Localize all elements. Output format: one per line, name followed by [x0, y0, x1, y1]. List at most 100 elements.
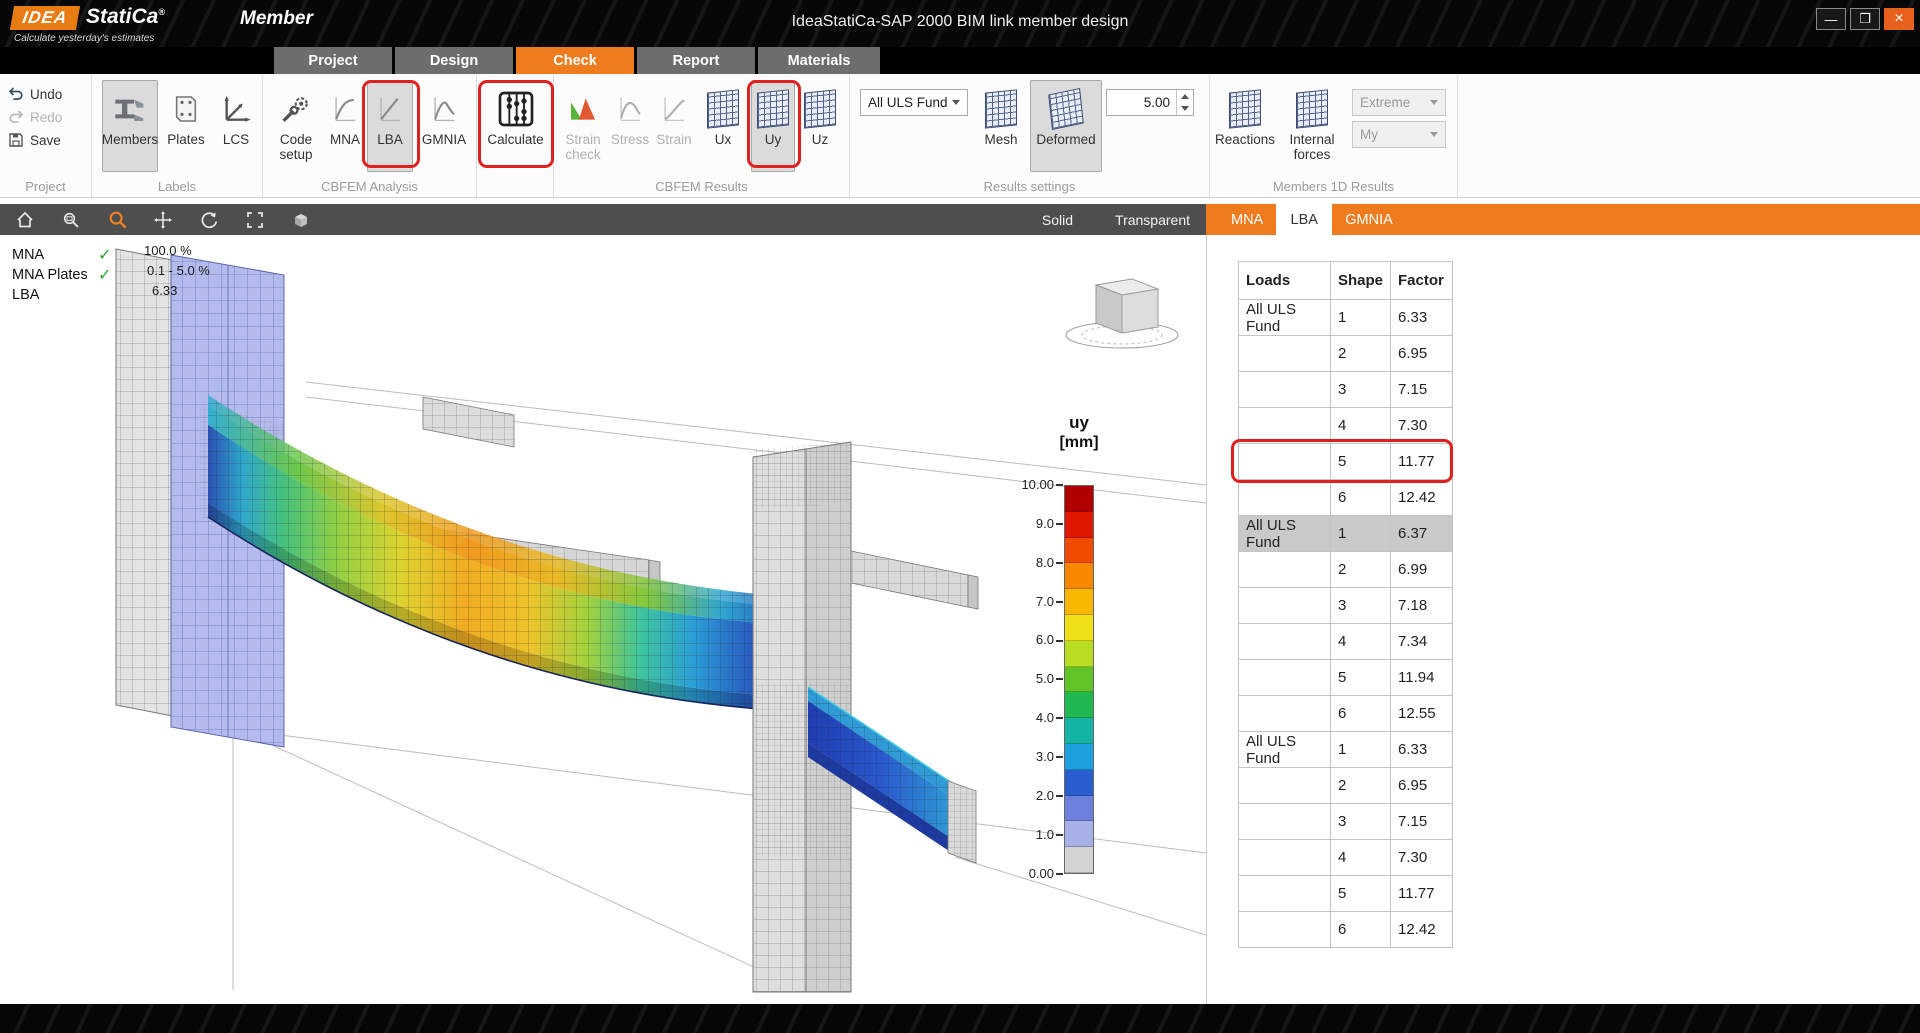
list-item[interactable]: MNA ✓ [12, 245, 111, 265]
maximize-button[interactable]: ❐ [1850, 8, 1880, 30]
tab-materials[interactable]: Materials [758, 47, 880, 74]
uy-button[interactable]: Uy [751, 80, 795, 172]
results-tab-gmnia[interactable]: GMNIA [1332, 204, 1406, 235]
table-row[interactable]: 37.15 [1239, 804, 1453, 840]
table-row[interactable]: 47.30 [1239, 840, 1453, 876]
legend-tick: 1.0 [1008, 827, 1054, 842]
spinner-down-icon[interactable] [1177, 103, 1193, 116]
code-setup-button[interactable]: Code setup [269, 80, 323, 172]
table-row[interactable]: 612.55 [1239, 696, 1453, 732]
solid-mode-button[interactable]: Solid [1042, 212, 1073, 228]
mna-button[interactable]: MNA [325, 80, 365, 172]
table-row[interactable]: All ULS Fund16.33 [1239, 300, 1453, 336]
table-row[interactable]: 612.42 [1239, 912, 1453, 948]
force-component-dropdown[interactable]: My [1352, 121, 1446, 148]
table-row-selected[interactable]: All ULS Fund16.37 [1239, 516, 1453, 552]
table-row[interactable]: 26.99 [1239, 552, 1453, 588]
stress-button[interactable]: Stress [610, 80, 650, 172]
table-row[interactable]: 511.94 [1239, 660, 1453, 696]
plates-button[interactable]: Plates [162, 80, 210, 172]
legend-tick: 0.00 [1008, 866, 1054, 881]
minimize-button[interactable]: — [1816, 8, 1846, 30]
table-row[interactable]: 511.77 [1239, 876, 1453, 912]
list-item[interactable]: LBA [12, 285, 111, 305]
ribbon-group-cbfem-analysis: Code setup MNA LBA GMNIA CBFEM Ana [263, 74, 477, 197]
spinner-buttons [1176, 90, 1193, 115]
lba-button[interactable]: LBA [367, 80, 413, 172]
analysis-status-list: MNA ✓ MNA Plates ✓ LBA [12, 245, 111, 305]
redo-button[interactable]: Redo [8, 107, 62, 127]
uz-button[interactable]: Uz [800, 80, 840, 172]
uy-mesh-icon [757, 86, 789, 132]
ux-label: Ux [715, 132, 732, 147]
table-row[interactable]: 26.95 [1239, 336, 1453, 372]
save-button[interactable]: Save [8, 130, 61, 150]
home-view-icon[interactable] [14, 209, 36, 231]
tab-project[interactable]: Project [274, 47, 392, 74]
calculate-button[interactable]: Calculate [481, 80, 550, 172]
results-tab-lba[interactable]: LBA [1276, 204, 1332, 235]
ribbon-group-project: Undo Redo Save Project [0, 74, 92, 197]
mesh-button[interactable]: Mesh [976, 80, 1026, 172]
internal-forces-button[interactable]: Internal forces [1276, 80, 1348, 172]
lcs-button[interactable]: LCS [214, 80, 258, 172]
group-label-cbfem-analysis: CBFEM Analysis [263, 179, 476, 194]
column-header-loads: Loads [1239, 262, 1331, 300]
stress-label: Stress [611, 132, 649, 147]
strain-check-button[interactable]: Strain check [559, 80, 607, 172]
deformed-button[interactable]: Deformed [1030, 80, 1102, 172]
strain-button[interactable]: Strain [653, 80, 695, 172]
deformed-scale-spinner[interactable]: 5.00 [1106, 89, 1194, 116]
logo-tagline: Calculate yesterday's estimates [14, 33, 154, 44]
tab-report[interactable]: Report [637, 47, 755, 74]
zoom-fit-icon[interactable] [244, 209, 266, 231]
results-tab-mna[interactable]: MNA [1218, 204, 1276, 235]
nav-cube[interactable] [1066, 279, 1178, 348]
gmnia-label: GMNIA [422, 132, 466, 147]
table-row[interactable]: 511.77 [1239, 444, 1453, 480]
tab-check[interactable]: Check [516, 47, 634, 74]
table-row[interactable]: 26.95 [1239, 768, 1453, 804]
members-button[interactable]: Members [102, 80, 158, 172]
zoom-window-icon[interactable] [60, 209, 82, 231]
ux-button[interactable]: Ux [702, 80, 744, 172]
legend-tick: 10.00 [1008, 477, 1054, 492]
strain-check-label: Strain check [560, 132, 606, 162]
list-item[interactable]: MNA Plates ✓ [12, 265, 111, 285]
close-button[interactable]: × [1884, 8, 1914, 30]
analysis-name: MNA [12, 247, 98, 263]
group-label-cbfem-results: CBFEM Results [554, 179, 849, 194]
tab-design[interactable]: Design [395, 47, 513, 74]
viewport-3d[interactable]: MNA ✓ MNA Plates ✓ LBA 100.0 % 0.1 - 5.0… [0, 235, 1206, 1004]
spinner-up-icon[interactable] [1177, 90, 1193, 103]
gmnia-curve-icon [430, 86, 458, 132]
undo-button[interactable]: Undo [8, 84, 62, 104]
rotate-view-icon[interactable] [198, 209, 220, 231]
table-row[interactable]: 37.15 [1239, 372, 1453, 408]
redo-label: Redo [30, 110, 62, 125]
axes-icon [220, 86, 252, 132]
transparent-mode-button[interactable]: Transparent [1115, 212, 1190, 228]
group-label-results-settings: Results settings [850, 179, 1209, 194]
zoom-icon[interactable] [106, 209, 128, 231]
gmnia-button[interactable]: GMNIA [415, 80, 473, 172]
check-icon: ✓ [98, 245, 111, 265]
table-row[interactable]: 612.42 [1239, 480, 1453, 516]
steel-member-icon [111, 86, 149, 132]
legend-tick: 8.0 [1008, 555, 1054, 570]
overlay-factor-value: 6.33 [152, 283, 177, 298]
save-label: Save [30, 133, 61, 148]
pan-icon[interactable] [152, 209, 174, 231]
bottom-bar [0, 1004, 1920, 1033]
table-row[interactable]: 47.30 [1239, 408, 1453, 444]
legend-color-bar [1064, 485, 1094, 874]
loads-filter-value: All ULS Fund [868, 95, 948, 110]
extreme-dropdown[interactable]: Extreme [1352, 89, 1446, 116]
table-row[interactable]: 47.34 [1239, 624, 1453, 660]
ux-mesh-icon [707, 86, 739, 132]
clipping-box-icon[interactable] [290, 209, 312, 231]
loads-filter-dropdown[interactable]: All ULS Fund [860, 89, 968, 116]
reactions-button[interactable]: Reactions [1216, 80, 1274, 172]
table-row[interactable]: All ULS Fund16.33 [1239, 732, 1453, 768]
table-row[interactable]: 37.18 [1239, 588, 1453, 624]
